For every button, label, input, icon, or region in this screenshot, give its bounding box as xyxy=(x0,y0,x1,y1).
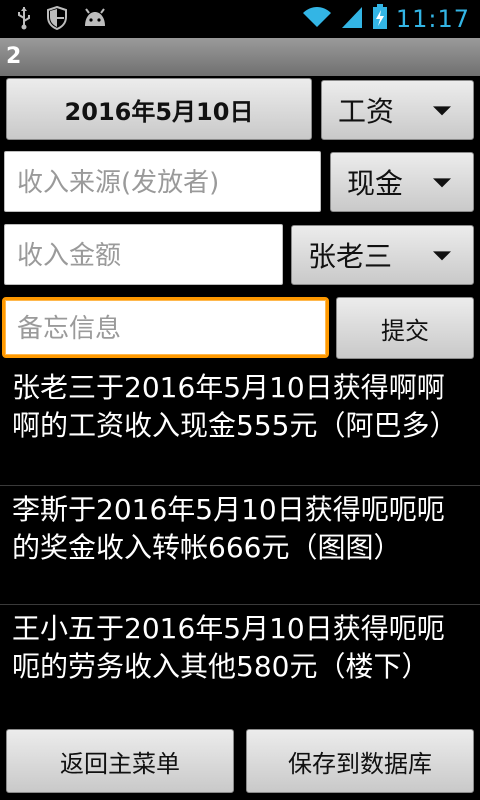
status-bar: 11:17 xyxy=(0,0,480,38)
save-button-label: 保存到数据库 xyxy=(288,749,432,778)
memo-placeholder: 备忘信息 xyxy=(17,314,122,344)
status-right-icons: 11:17 xyxy=(302,4,470,34)
record-text: 张老三于2016年5月10日获得啊啊啊的工资收入现金555元（阿巴多） xyxy=(12,371,458,442)
income-source-input[interactable]: 收入来源(发放者) xyxy=(4,151,321,212)
list-item[interactable]: 王小五于2016年5月10日获得呃呃呃的劳务收入其他580元（楼下） xyxy=(0,605,480,723)
status-left-icons xyxy=(16,5,108,34)
record-text: 李斯于2016年5月10日获得呃呃呃的奖金收入转帐666元（图图） xyxy=(12,493,445,564)
battery-charging-icon xyxy=(372,4,388,34)
person-value: 张老三 xyxy=(308,240,393,273)
shield-icon xyxy=(46,5,68,34)
person-spinner[interactable]: 张老三 xyxy=(291,225,474,285)
income-type-spinner[interactable]: 工资 xyxy=(321,80,474,140)
income-type-value: 工资 xyxy=(338,95,395,128)
records-list[interactable]: 张老三于2016年5月10日获得啊啊啊的工资收入现金555元（阿巴多） 李斯于2… xyxy=(0,364,480,724)
income-amount-placeholder: 收入金额 xyxy=(17,241,122,271)
usb-icon xyxy=(16,6,32,34)
income-source-placeholder: 收入来源(发放者) xyxy=(17,168,220,198)
page-title: 2 xyxy=(6,44,22,69)
back-button-label: 返回主菜单 xyxy=(60,749,180,778)
memo-input[interactable]: 备忘信息 xyxy=(2,297,329,358)
chevron-down-icon xyxy=(433,251,451,261)
submit-button[interactable]: 提交 xyxy=(336,297,474,359)
date-button-label: 2016年5月10日 xyxy=(64,97,254,126)
signal-icon xyxy=(340,5,364,33)
wifi-icon xyxy=(302,5,332,33)
payment-method-value: 现金 xyxy=(347,167,404,200)
record-text: 王小五于2016年5月10日获得呃呃呃的劳务收入其他580元（楼下） xyxy=(12,612,445,683)
chevron-down-icon xyxy=(433,178,451,188)
date-button[interactable]: 2016年5月10日 xyxy=(6,78,312,140)
android-icon xyxy=(82,8,108,32)
list-item[interactable]: 李斯于2016年5月10日获得呃呃呃的奖金收入转帐666元（图图） xyxy=(0,486,480,605)
save-to-database-button[interactable]: 保存到数据库 xyxy=(246,729,474,793)
income-amount-input[interactable]: 收入金额 xyxy=(4,224,283,285)
clock: 11:17 xyxy=(395,5,470,33)
title-bar: 2 xyxy=(0,38,480,76)
chevron-down-icon xyxy=(433,106,451,116)
payment-method-spinner[interactable]: 现金 xyxy=(330,152,474,212)
screen: 11:17 2 2016年5月10日 工资 收入来源(发放者) 现金 收入金额 … xyxy=(0,0,480,800)
list-item[interactable]: 张老三于2016年5月10日获得啊啊啊的工资收入现金555元（阿巴多） xyxy=(0,364,480,486)
back-to-main-menu-button[interactable]: 返回主菜单 xyxy=(6,729,234,793)
submit-button-label: 提交 xyxy=(381,316,429,345)
